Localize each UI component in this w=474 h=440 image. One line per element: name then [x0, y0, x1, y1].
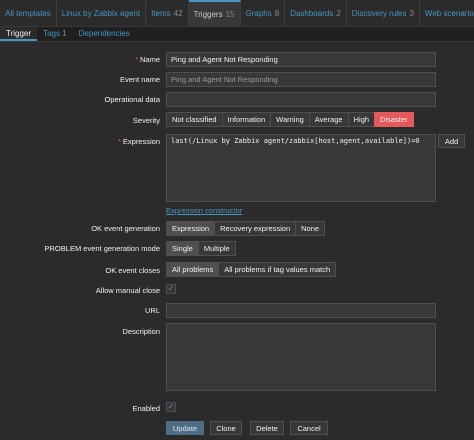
- url-label: URL: [144, 306, 160, 315]
- enabled-checkbox[interactable]: ✓: [166, 402, 176, 412]
- tab-tags[interactable]: Tags 1: [37, 27, 73, 41]
- crumb-items[interactable]: Items 42: [146, 0, 189, 26]
- description-label: Description: [122, 327, 160, 336]
- closes-if-tag-match[interactable]: All problems if tag values match: [218, 262, 337, 277]
- tab-trigger[interactable]: Trigger: [0, 27, 38, 41]
- expression-constructor-link[interactable]: Expression constructor: [166, 206, 242, 215]
- name-label: * Name: [135, 55, 160, 64]
- ok-event-closes-selector: All problems All problems if tag values …: [166, 262, 337, 277]
- breadcrumb: All templates Linux by Zabbix agent Item…: [0, 0, 474, 27]
- expression-textarea[interactable]: last(/Linux by Zabbix agent/zabbix[host,…: [166, 134, 436, 202]
- closes-all-problems[interactable]: All problems: [166, 262, 220, 277]
- delete-button[interactable]: Delete: [250, 421, 284, 435]
- update-button[interactable]: Update: [166, 421, 204, 435]
- severity-not-classified[interactable]: Not classified: [166, 112, 223, 127]
- allow-manual-close-label: Allow manual close: [95, 286, 160, 295]
- crumb-web-scenarios[interactable]: Web scenarios: [420, 0, 474, 26]
- clone-button[interactable]: Clone: [210, 421, 242, 435]
- severity-disaster[interactable]: Disaster: [374, 112, 414, 127]
- checkmark-icon: ✓: [167, 284, 175, 293]
- ok-event-expression[interactable]: Expression: [166, 221, 216, 236]
- add-expression-button[interactable]: Add: [438, 134, 465, 148]
- tab-dependencies[interactable]: Dependencies: [73, 27, 136, 41]
- ok-event-closes-label: OK event closes: [105, 266, 160, 275]
- allow-manual-close-checkbox[interactable]: ✓: [166, 284, 176, 294]
- ok-event-none[interactable]: None: [295, 221, 326, 236]
- trigger-form: * Name Ping and Agent Not Responding Even…: [0, 42, 474, 440]
- url-input[interactable]: [166, 303, 436, 318]
- severity-high[interactable]: High: [347, 112, 376, 127]
- crumb-triggers[interactable]: Triggers 15: [188, 0, 241, 26]
- crumb-template-name[interactable]: Linux by Zabbix agent: [57, 0, 147, 26]
- problem-mode-selector: Single Multiple: [166, 241, 236, 256]
- severity-warning[interactable]: Warning: [270, 112, 310, 127]
- severity-label: Severity: [132, 116, 160, 125]
- severity-information[interactable]: Information: [221, 112, 272, 127]
- operational-data-input[interactable]: [166, 92, 436, 107]
- cancel-button[interactable]: Cancel: [290, 421, 328, 435]
- severity-average[interactable]: Average: [308, 112, 349, 127]
- problem-mode-single[interactable]: Single: [166, 241, 199, 256]
- form-tabs: Trigger Tags 1 Dependencies: [0, 27, 474, 42]
- operational-data-label: Operational data: [104, 95, 160, 104]
- ok-event-generation-selector: Expression Recovery expression None: [166, 221, 326, 236]
- crumb-graphs[interactable]: Graphs 8: [241, 0, 286, 26]
- checkmark-icon: ✓: [167, 402, 175, 411]
- crumb-all-templates[interactable]: All templates: [0, 0, 57, 26]
- ok-event-generation-label: OK event generation: [91, 224, 160, 233]
- crumb-discovery-rules[interactable]: Discovery rules 3: [347, 0, 420, 26]
- description-textarea[interactable]: [166, 323, 436, 391]
- event-name-label: Event name: [119, 75, 160, 84]
- expression-label: * Expression: [117, 137, 160, 146]
- problem-mode-multiple[interactable]: Multiple: [197, 241, 236, 256]
- severity-selector: Not classified Information Warning Avera…: [166, 112, 414, 127]
- ok-event-recovery-expression[interactable]: Recovery expression: [214, 221, 297, 236]
- name-input[interactable]: Ping and Agent Not Responding: [166, 52, 436, 67]
- event-name-input[interactable]: Ping and Agent Not Responding: [166, 72, 436, 87]
- problem-mode-label: PROBLEM event generation mode: [44, 244, 160, 253]
- enabled-label: Enabled: [132, 404, 160, 413]
- crumb-dashboards[interactable]: Dashboards 2: [285, 0, 347, 26]
